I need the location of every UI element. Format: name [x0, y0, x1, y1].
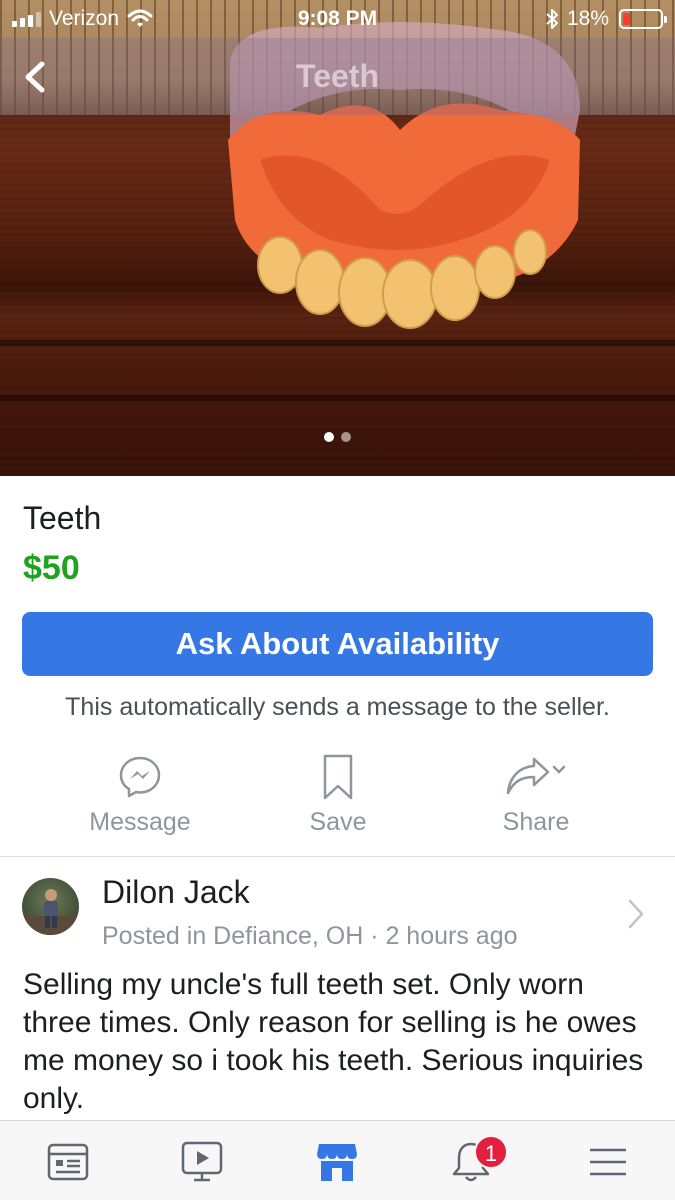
pager-dot-active[interactable] [324, 432, 334, 442]
photo-pager[interactable] [0, 432, 675, 442]
battery-percent: 18% [566, 7, 609, 30]
save-action[interactable]: Save [238, 752, 438, 837]
action-row: Message Save Share [0, 752, 675, 852]
tab-watch[interactable] [177, 1139, 227, 1185]
pager-dot[interactable] [341, 432, 351, 442]
tab-menu[interactable] [583, 1139, 633, 1185]
photo-shelf-edge [0, 395, 675, 401]
listing-description: Selling my uncle's full teeth set. Only … [23, 968, 644, 1115]
message-action[interactable]: Message [40, 752, 240, 837]
share-action[interactable]: Share [436, 752, 636, 837]
section-divider [0, 856, 675, 857]
post-meta: Posted in Defiance, OH · 2 hours ago [102, 922, 518, 950]
share-label: Share [502, 808, 570, 836]
menu-hamburger-icon [590, 1148, 626, 1176]
battery-icon [619, 9, 667, 29]
seller-avatar[interactable] [22, 878, 79, 935]
marketplace-shop-icon [317, 1144, 357, 1181]
messenger-icon [119, 756, 161, 798]
nav-title: Teeth [296, 58, 379, 94]
status-bar: Verizon 9:08 PM 18% [0, 0, 675, 38]
seller-name[interactable]: Dilon Jack [102, 874, 250, 911]
photo-shelf-edge [0, 340, 675, 346]
tab-news-feed[interactable] [43, 1139, 93, 1185]
watch-video-icon [181, 1141, 223, 1182]
chevron-right-icon[interactable] [626, 897, 646, 931]
bluetooth-icon [546, 9, 558, 29]
listing-title: Teeth [23, 500, 102, 536]
listing-price: $50 [23, 549, 80, 587]
save-label: Save [309, 808, 367, 836]
notifications-badge: 1 [474, 1135, 508, 1169]
tab-bar: 1 [0, 1120, 675, 1200]
tab-marketplace[interactable] [312, 1139, 362, 1185]
share-arrow-icon [506, 757, 566, 795]
avatar-photo [22, 889, 79, 935]
nav-bar: Teeth [0, 38, 675, 115]
news-feed-icon [47, 1143, 89, 1181]
ask-availability-button[interactable]: Ask About Availability [22, 612, 653, 676]
auto-message-note: This automatically sends a message to th… [65, 693, 610, 721]
message-label: Message [89, 808, 191, 836]
bookmark-icon [323, 754, 353, 800]
